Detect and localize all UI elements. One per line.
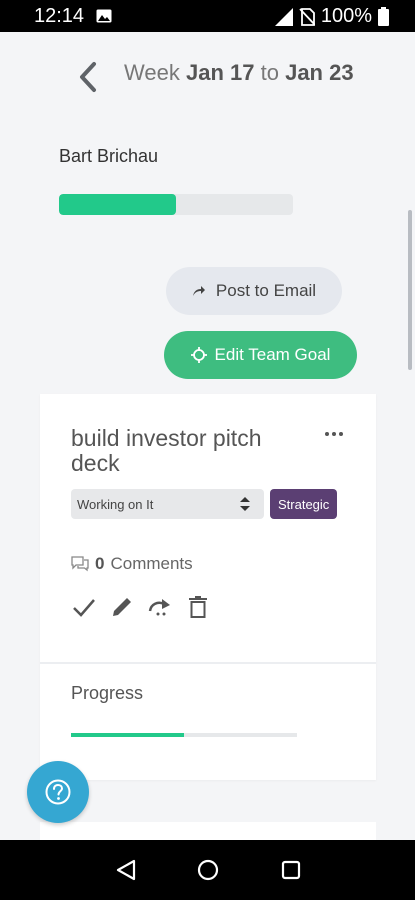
goal-status-select[interactable]: Working on It xyxy=(71,489,264,519)
week-header: Week Jan 17 to Jan 23 xyxy=(0,32,415,116)
user-progress-bar xyxy=(59,194,293,215)
goal-status-value: Working on It xyxy=(77,496,154,512)
edit-team-goal-label: Edit Team Goal xyxy=(214,345,331,364)
comments-count: 0 xyxy=(95,554,105,573)
user-progress-fill xyxy=(59,194,176,215)
signal-icon xyxy=(274,7,293,26)
scrollbar[interactable] xyxy=(408,210,412,370)
android-nav-bar xyxy=(0,840,415,900)
image-icon xyxy=(96,9,112,23)
edit-pencil-icon[interactable] xyxy=(109,594,135,620)
comments-link[interactable]: 0 Comments xyxy=(71,554,193,574)
battery-percent: 100% xyxy=(320,5,372,27)
nav-back-icon[interactable] xyxy=(114,858,138,882)
goal-progress-bar xyxy=(71,733,297,737)
target-icon xyxy=(190,347,207,363)
status-time: 12:14 xyxy=(34,5,85,27)
week-connector: to xyxy=(260,60,279,85)
redo-icon[interactable] xyxy=(147,594,173,620)
nav-recents-icon[interactable] xyxy=(279,858,303,882)
edit-team-goal-button[interactable]: Edit Team Goal xyxy=(164,331,357,379)
battery-icon xyxy=(378,7,389,26)
week-title: Week Jan 17 to Jan 23 xyxy=(124,60,354,86)
select-arrows-icon xyxy=(240,497,250,511)
next-goal-card xyxy=(40,822,376,842)
post-to-email-label: Post to Email xyxy=(215,281,317,300)
comments-icon xyxy=(71,556,89,572)
card-divider xyxy=(40,662,376,664)
post-to-email-button[interactable]: Post to Email xyxy=(166,267,342,315)
week-prefix: Week xyxy=(124,60,180,85)
user-name: Bart Brichau xyxy=(59,146,159,166)
progress-label: Progress xyxy=(71,683,144,703)
help-icon xyxy=(45,779,71,805)
status-bar: 12:14 100% xyxy=(0,0,415,32)
week-start-date: Jan 17 xyxy=(185,60,255,85)
nav-home-icon[interactable] xyxy=(196,858,220,882)
check-icon[interactable] xyxy=(71,594,97,620)
comments-label: Comments xyxy=(110,554,193,573)
help-button[interactable] xyxy=(27,761,89,823)
share-arrow-icon xyxy=(192,286,205,296)
goal-tag-badge: Strategic xyxy=(270,489,338,519)
back-arrow-icon[interactable] xyxy=(72,58,106,96)
no-sim-icon xyxy=(299,7,315,26)
week-end-date: Jan 23 xyxy=(285,60,354,85)
goal-card: build investor pitch deck Working on It … xyxy=(40,394,376,780)
more-options-icon[interactable] xyxy=(322,424,346,444)
goal-title[interactable]: build investor pitch deck xyxy=(71,426,311,476)
delete-trash-icon[interactable] xyxy=(185,594,211,620)
goal-actions xyxy=(71,594,211,620)
goal-progress-fill xyxy=(71,733,184,737)
